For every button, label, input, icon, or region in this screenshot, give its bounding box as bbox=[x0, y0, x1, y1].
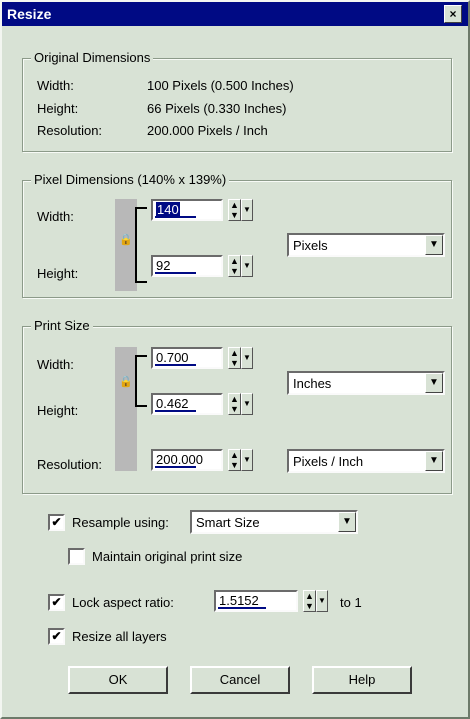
original-dimensions-group: Original Dimensions Width: 100 Pixels (0… bbox=[22, 50, 452, 152]
pixel-width-spinner[interactable]: ▲ ▼ ▼ bbox=[228, 199, 253, 221]
chevron-down-icon[interactable]: ▼ bbox=[241, 347, 253, 369]
original-width-value: 100 Pixels (0.500 Inches) bbox=[147, 78, 294, 93]
spinner-arrows-icon[interactable]: ▲ ▼ bbox=[228, 393, 241, 415]
chevron-down-icon[interactable]: ▼ bbox=[241, 255, 253, 277]
print-width-spinner[interactable]: ▲ ▼ ▼ bbox=[228, 347, 253, 369]
spinner-arrows-icon[interactable]: ▲ ▼ bbox=[228, 449, 241, 471]
ok-button[interactable]: OK bbox=[68, 666, 168, 694]
print-size-label: Print Size bbox=[31, 318, 93, 333]
aspect-ratio-suffix: to 1 bbox=[340, 595, 362, 610]
print-resolution-label: Resolution: bbox=[37, 457, 103, 472]
chevron-down-icon[interactable]: ▼ bbox=[425, 235, 443, 255]
resize-all-layers-checkbox[interactable]: ✔ bbox=[48, 628, 65, 645]
pixel-width-label: Width: bbox=[37, 209, 74, 224]
resample-method-select[interactable]: Smart Size ▼ bbox=[190, 510, 358, 534]
lock-aspect-checkbox[interactable]: ✔ bbox=[48, 594, 65, 611]
resample-label: Resample using: bbox=[72, 515, 169, 530]
spinner-arrows-icon[interactable]: ▲ ▼ bbox=[228, 199, 241, 221]
print-resolution-spinner[interactable]: ▲ ▼ ▼ bbox=[228, 449, 253, 471]
chevron-down-icon[interactable]: ▼ bbox=[425, 451, 443, 471]
print-unit-select[interactable]: Inches ▼ bbox=[287, 371, 445, 395]
original-height-label: Height: bbox=[37, 101, 79, 116]
print-width-input[interactable]: 0.700 bbox=[151, 347, 223, 369]
pixel-dimensions-label: Pixel Dimensions (140% x 139%) bbox=[31, 172, 230, 187]
print-width-label: Width: bbox=[37, 357, 74, 372]
pixel-dimensions-group: Pixel Dimensions (140% x 139%) Width: He… bbox=[22, 172, 452, 298]
lock-icon: 🔒 bbox=[119, 234, 133, 246]
resolution-unit-select[interactable]: Pixels / Inch ▼ bbox=[287, 449, 445, 473]
print-lock-shade bbox=[115, 347, 137, 471]
lock-aspect-label: Lock aspect ratio: bbox=[72, 595, 174, 610]
resize-all-layers-label: Resize all layers bbox=[72, 629, 167, 644]
original-dimensions-label: Original Dimensions bbox=[31, 50, 154, 65]
print-height-spinner[interactable]: ▲ ▼ ▼ bbox=[228, 393, 253, 415]
resize-dialog: Resize × Original Dimensions Width: 100 … bbox=[0, 0, 470, 719]
chevron-down-icon[interactable]: ▼ bbox=[425, 373, 443, 393]
original-height-value: 66 Pixels (0.330 Inches) bbox=[147, 101, 287, 116]
spinner-arrows-icon[interactable]: ▲ ▼ bbox=[303, 590, 316, 612]
spinner-arrows-icon[interactable]: ▲ ▼ bbox=[228, 347, 241, 369]
chevron-down-icon[interactable]: ▼ bbox=[241, 449, 253, 471]
maintain-print-size-label: Maintain original print size bbox=[92, 549, 243, 564]
cancel-button[interactable]: Cancel bbox=[190, 666, 290, 694]
resample-checkbox[interactable]: ✔ bbox=[48, 514, 65, 531]
window-title: Resize bbox=[7, 6, 52, 22]
lock-icon: 🔒 bbox=[119, 376, 133, 388]
original-resolution-label: Resolution: bbox=[37, 123, 103, 138]
pixel-height-input[interactable]: 92 bbox=[151, 255, 223, 277]
print-height-input[interactable]: 0.462 bbox=[151, 393, 223, 415]
maintain-print-size-checkbox[interactable] bbox=[68, 548, 85, 565]
original-width-label: Width: bbox=[37, 78, 74, 93]
pixel-width-input[interactable]: 140 bbox=[151, 199, 223, 221]
pixel-link-bracket bbox=[135, 207, 147, 283]
close-button[interactable]: × bbox=[444, 5, 462, 23]
title-bar: Resize × bbox=[2, 2, 468, 26]
chevron-down-icon[interactable]: ▼ bbox=[241, 393, 253, 415]
chevron-down-icon[interactable]: ▼ bbox=[316, 590, 328, 612]
chevron-down-icon[interactable]: ▼ bbox=[241, 199, 253, 221]
chevron-down-icon[interactable]: ▼ bbox=[338, 512, 356, 532]
pixel-height-label: Height: bbox=[37, 266, 79, 281]
spinner-arrows-icon[interactable]: ▲ ▼ bbox=[228, 255, 241, 277]
print-height-label: Height: bbox=[37, 403, 79, 418]
original-resolution-value: 200.000 Pixels / Inch bbox=[147, 123, 268, 138]
aspect-ratio-spinner[interactable]: ▲ ▼ ▼ bbox=[303, 590, 328, 612]
print-size-group: Print Size Width: Height: Resolution: 🔒 … bbox=[22, 318, 452, 494]
print-link-bracket bbox=[135, 355, 147, 407]
pixel-unit-select[interactable]: Pixels ▼ bbox=[287, 233, 445, 257]
help-button[interactable]: Help bbox=[312, 666, 412, 694]
aspect-ratio-input[interactable]: 1.5152 bbox=[214, 590, 298, 612]
print-resolution-input[interactable]: 200.000 bbox=[151, 449, 223, 471]
pixel-height-spinner[interactable]: ▲ ▼ ▼ bbox=[228, 255, 253, 277]
